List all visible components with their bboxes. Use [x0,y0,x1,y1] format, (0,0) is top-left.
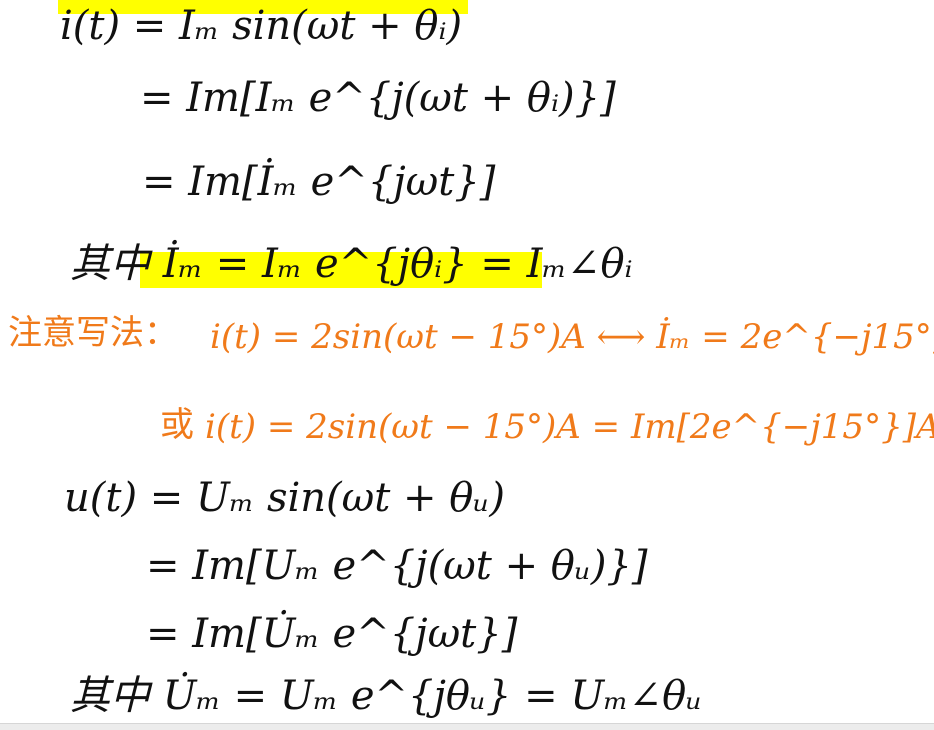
bottom-scroll-edge [0,723,934,730]
voltage-phasor-definition: 其中 U̇ₘ = Uₘ e^{jθᵤ} = Uₘ∠θᵤ [70,673,703,719]
voltage-time-expression: u(t) = Uₘ sin(ωt + θᵤ) [64,475,505,521]
handwritten-notes-page: i(t) = Iₘ sin(ωt + θᵢ) = Im[Iₘ e^{j(ωt +… [0,0,934,730]
note-or-label: 或 [160,405,194,445]
note-label: 注意写法： [8,313,178,353]
note-example-im: i(t) = 2sin(ωt − 15°)A = Im[2e^{−j15°}]A [205,407,934,447]
current-phasor-expression: = Im[İₘ e^{jωt}] [142,159,496,205]
current-euler-expansion: = Im[Iₘ e^{j(ωt + θᵢ)}] [140,75,616,121]
voltage-phasor-expression: = Im[U̇ₘ e^{jωt}] [146,611,518,657]
voltage-euler-expansion: = Im[Uₘ e^{j(ωt + θᵤ)}] [146,543,648,589]
current-time-expression: i(t) = Iₘ sin(ωt + θᵢ) [60,3,463,49]
note-example-phasor: i(t) = 2sin(ωt − 15°)A ⟷ İₘ = 2e^{−j15°}… [210,317,934,357]
current-phasor-definition: 其中 İₘ = Iₘ e^{jθᵢ} = Iₘ∠θᵢ [70,241,633,287]
